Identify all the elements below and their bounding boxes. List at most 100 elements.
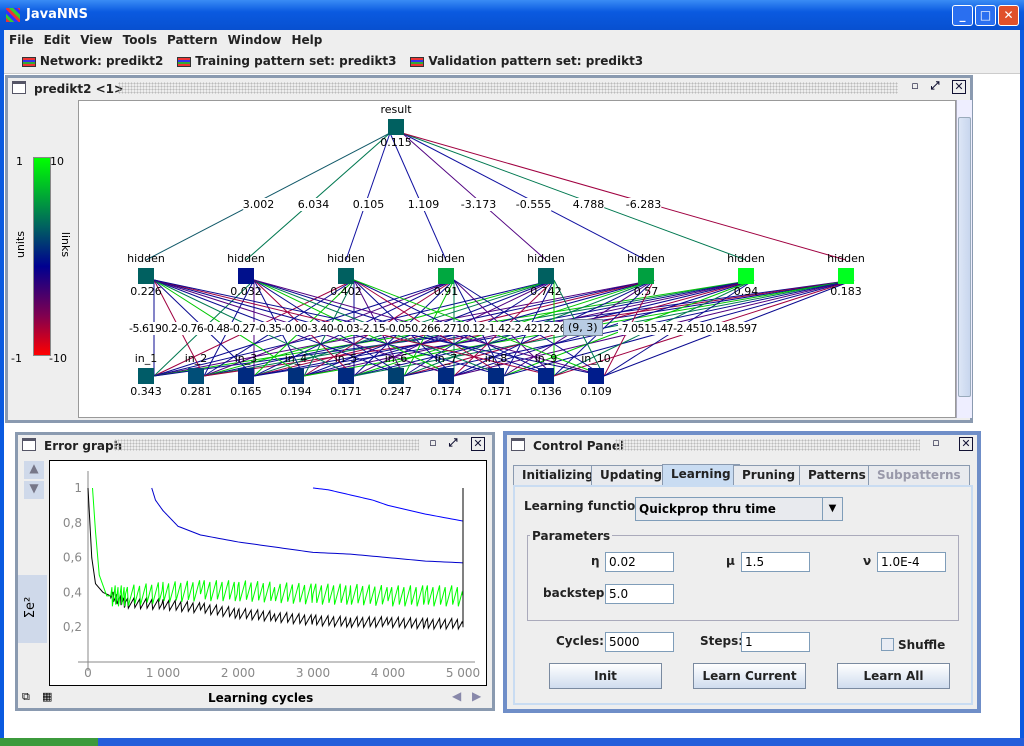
weight-label: 10.14	[699, 322, 729, 335]
weight-label: 0.2	[161, 322, 178, 335]
tab-updating[interactable]: Updating	[591, 465, 672, 485]
weight-label: 15.47	[644, 322, 674, 335]
menu-help[interactable]: Help	[286, 30, 327, 50]
learn-current-button[interactable]: Learn Current	[693, 663, 806, 689]
links-min: -10	[49, 352, 67, 365]
network-canvas[interactable]: 3.002 6.034 0.105 1.109 -3.173 -0.555 4.788 -6.…	[78, 100, 956, 418]
minimize-icon[interactable]: ▫	[929, 437, 943, 451]
input-unit[interactable]	[538, 368, 554, 384]
tab-pruning[interactable]: Pruning	[733, 465, 805, 485]
menu-view[interactable]: View	[75, 30, 117, 50]
input-unit[interactable]	[338, 368, 354, 384]
hidden-unit-value: 0.91	[433, 285, 459, 298]
input-unit[interactable]	[288, 368, 304, 384]
weight-label: -7.05	[618, 322, 645, 335]
training-set-selector[interactable]: Training pattern set: predikt3	[177, 54, 397, 68]
weight-label: -0.76	[177, 322, 204, 335]
clear-graph-icon[interactable]: ⧉	[22, 690, 30, 704]
hidden-unit-value: 0.183	[830, 285, 862, 298]
network-icon	[21, 56, 36, 67]
shuffle-checkbox[interactable]	[881, 638, 894, 651]
menu-tools[interactable]: Tools	[118, 30, 162, 50]
scroll-thumb[interactable]	[958, 117, 971, 397]
input-unit-value: 0.136	[530, 385, 562, 398]
minimize-icon[interactable]: ▫	[426, 437, 440, 451]
control-panel-titlebar[interactable]: Control Panel ▫ ✕	[507, 435, 977, 455]
network-view-titlebar[interactable]: predikt2 <1> ▫ ⤢ ✕	[8, 78, 970, 98]
output-unit-label: result	[380, 103, 412, 116]
hidden-unit[interactable]	[538, 268, 554, 284]
zoom-out-y-button[interactable]: ▼	[24, 481, 44, 499]
network-selector[interactable]: Network: predikt2	[21, 54, 163, 68]
maximize-icon[interactable]: ⤢	[446, 437, 460, 451]
input-unit[interactable]	[188, 368, 204, 384]
close-icon[interactable]: ✕	[959, 437, 973, 451]
steps-label: Steps:	[700, 634, 744, 648]
chevron-down-icon[interactable]: ▼	[822, 498, 842, 520]
vertical-scrollbar[interactable]	[956, 100, 972, 418]
close-button[interactable]: ✕	[998, 5, 1019, 26]
input-unit[interactable]	[388, 368, 404, 384]
close-icon[interactable]: ✕	[471, 437, 485, 451]
input-unit[interactable]	[138, 368, 154, 384]
eta-input[interactable]: 0.02	[605, 552, 674, 572]
x-tick-label: 5 000	[446, 666, 480, 680]
menu-window[interactable]: Window	[223, 30, 287, 50]
grid-icon[interactable]: ▦	[42, 690, 52, 703]
start-button[interactable]	[0, 738, 98, 746]
learn-all-button[interactable]: Learn All	[837, 663, 950, 689]
input-unit-label: in_4	[284, 352, 308, 365]
input-unit-value: 0.343	[130, 385, 162, 398]
menu-file[interactable]: File	[4, 30, 39, 50]
hidden-unit[interactable]	[638, 268, 654, 284]
minimize-icon[interactable]: ▫	[908, 80, 922, 94]
maximize-button[interactable]: □	[975, 5, 996, 26]
control-panel-window: Control Panel ▫ ✕ Initializing Updating …	[503, 431, 981, 713]
minimize-button[interactable]: _	[952, 5, 973, 26]
output-unit[interactable]	[388, 119, 404, 135]
hidden-unit-value: 0.742	[530, 285, 562, 298]
input-unit[interactable]	[238, 368, 254, 384]
tab-patterns[interactable]: Patterns	[799, 465, 875, 485]
y-axis-label: Σe²	[23, 596, 39, 619]
input-unit[interactable]	[588, 368, 604, 384]
maximize-icon[interactable]: ⤢	[928, 80, 942, 94]
close-icon[interactable]: ✕	[952, 80, 966, 94]
validation-set-selector[interactable]: Validation pattern set: predikt3	[410, 54, 643, 68]
steps-input[interactable]: 1	[741, 632, 810, 652]
hidden-unit[interactable]	[438, 268, 454, 284]
backstep-input[interactable]: 5.0	[605, 584, 674, 604]
weight-label: 3.002	[242, 198, 275, 211]
training-label: Training pattern set: predikt3	[195, 54, 397, 68]
weight-label: 10.12	[456, 322, 486, 335]
scroll-right-icon[interactable]: ▶	[472, 689, 481, 703]
menu-pattern[interactable]: Pattern	[162, 30, 223, 50]
error-graph-titlebar[interactable]: Error graph ▫ ⤢ ✕	[18, 435, 492, 455]
learning-function-select[interactable]: Quickprop thru time ▼	[635, 497, 843, 521]
tab-subpatterns[interactable]: Subpatterns	[868, 465, 970, 485]
hidden-unit[interactable]	[138, 268, 154, 284]
mu-input[interactable]: 1.5	[741, 552, 810, 572]
hidden-unit[interactable]	[338, 268, 354, 284]
y-tick-label: 0,8	[63, 516, 82, 530]
input-unit-label: in_3	[234, 352, 258, 365]
hidden-unit[interactable]	[738, 268, 754, 284]
zoom-in-y-button[interactable]: ▲	[24, 461, 44, 479]
init-button[interactable]: Init	[549, 663, 662, 689]
input-unit-label: in_7	[434, 352, 458, 365]
backstep-label: backstep	[543, 586, 605, 600]
weight-label: -0.35	[255, 322, 282, 335]
hidden-unit[interactable]	[238, 268, 254, 284]
hidden-unit-label: hidden	[727, 252, 765, 265]
scroll-left-icon[interactable]: ◀	[452, 689, 461, 703]
toolbar: Network: predikt2 Training pattern set: …	[4, 50, 1020, 74]
hidden-unit[interactable]	[838, 268, 854, 284]
nu-input[interactable]: 1.0E-4	[877, 552, 946, 572]
input-unit[interactable]	[488, 368, 504, 384]
cycles-input[interactable]: 5000	[605, 632, 674, 652]
tab-learning[interactable]: Learning	[662, 464, 740, 486]
tab-initializing[interactable]: Initializing	[513, 465, 603, 485]
menu-edit[interactable]: Edit	[39, 30, 76, 50]
menu-bar: File Edit View Tools Pattern Window Help	[4, 30, 1020, 50]
input-unit[interactable]	[438, 368, 454, 384]
